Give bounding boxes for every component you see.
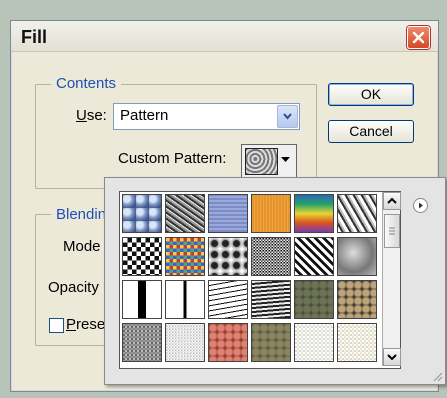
scroll-up-button[interactable] [383,192,401,210]
pattern-grid [122,194,380,364]
pattern-checkerboard[interactable] [122,237,162,276]
pattern-olive-rock[interactable] [251,323,291,362]
preserve-transparency-checkbox[interactable] [49,318,64,333]
pattern-pale-texture[interactable] [294,323,334,362]
custom-pattern-label: Custom Pattern: [118,150,227,167]
pattern-stone-pebbles[interactable] [337,280,377,319]
chevron-up-icon [387,197,397,204]
close-icon [412,31,425,44]
chevron-down-icon [387,354,397,361]
pattern-horizontal-strokes[interactable] [208,280,248,319]
chevron-down-icon [283,113,292,120]
pattern-white-speckle[interactable] [165,323,205,362]
preserve-label-accel: P [66,316,77,333]
pattern-crumpled-paper[interactable] [337,194,377,233]
vertical-scrollbar[interactable] [382,192,401,366]
contents-legend: Contents [51,75,122,92]
custom-pattern-picker-button[interactable] [241,144,297,178]
use-select-value: Pattern [120,107,169,124]
pattern-grid-frame [119,191,401,369]
scrollbar-thumb[interactable] [384,214,400,248]
use-select[interactable]: Pattern [113,103,300,130]
pattern-blue-fabric[interactable] [208,194,248,233]
scroll-down-button[interactable] [383,348,401,366]
use-label-accel: U [76,107,87,124]
dialog-title: Fill [21,27,47,47]
ok-button[interactable]: OK [328,83,414,106]
pattern-picker-popup [104,177,446,385]
pattern-vertical-line[interactable] [165,280,205,319]
menu-arrow-icon [419,202,423,209]
pattern-static-noise[interactable] [251,237,291,276]
title-bar: Fill [11,21,438,52]
close-button[interactable] [407,26,430,49]
pattern-marble-blobs[interactable] [208,237,248,276]
pattern-colored-chips[interactable] [165,237,205,276]
use-label: Use: [76,107,107,124]
preserve-label: Prese [66,316,105,333]
mode-label: Mode [63,238,101,255]
use-dropdown-button[interactable] [277,105,298,128]
use-label-rest: se: [86,107,107,124]
dropdown-arrow-icon [281,157,290,162]
pattern-orange-burlap[interactable] [251,194,291,233]
pattern-mossy-rock[interactable] [294,280,334,319]
pattern-wrinkles[interactable] [165,194,205,233]
cancel-button[interactable]: Cancel [328,120,414,143]
opacity-label: Opacity [48,279,99,296]
pattern-black-white-bars[interactable] [122,280,162,319]
resize-grip-icon[interactable] [431,370,443,382]
pattern-wood-grain[interactable] [251,280,291,319]
preserve-label-rest: rese [76,316,106,333]
pattern-swatch [245,148,278,175]
pattern-granite[interactable] [122,323,162,362]
picker-menu-button[interactable] [413,198,428,213]
grip-icon [389,227,395,235]
pattern-cream-texture[interactable] [337,323,377,362]
pattern-red-rock[interactable] [208,323,248,362]
pattern-rainbow-stripes[interactable] [294,194,334,233]
pattern-bubbles[interactable] [122,194,162,233]
pattern-gray-clouds[interactable] [337,237,377,276]
blending-legend: Blendin [51,206,112,223]
pattern-woven-strands[interactable] [294,237,334,276]
